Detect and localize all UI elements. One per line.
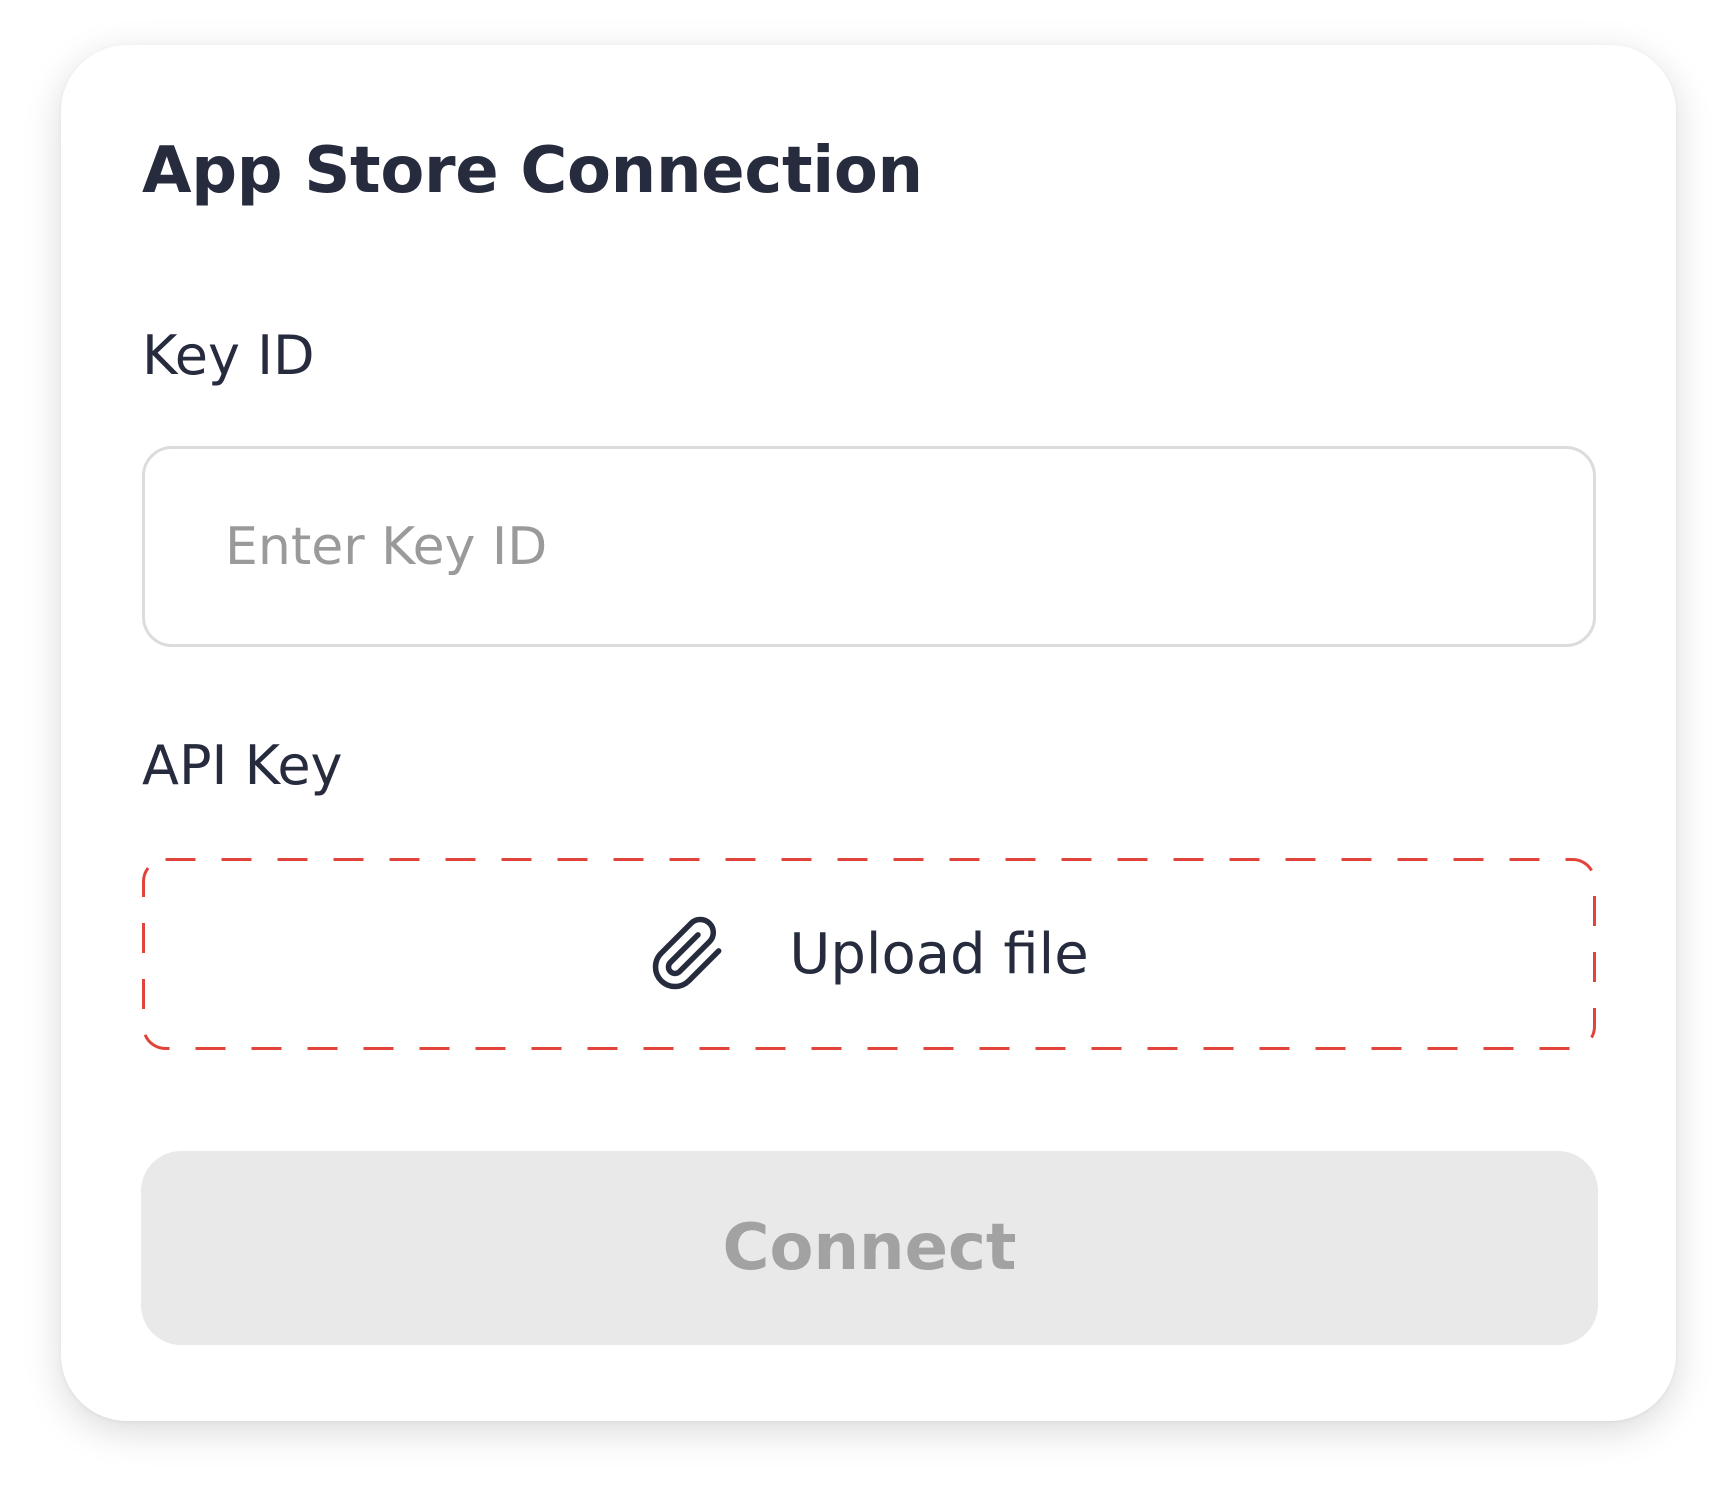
upload-file-dropzone[interactable]: Upload file [142, 858, 1596, 1050]
connection-card: App Store Connection Key ID API Key Uplo… [61, 45, 1676, 1421]
upload-content: Upload file [142, 858, 1596, 1050]
api-key-label: API Key [142, 734, 343, 797]
key-id-input[interactable] [142, 446, 1596, 647]
upload-file-label: Upload file [789, 921, 1089, 987]
connect-button[interactable]: Connect [141, 1151, 1598, 1345]
card-title: App Store Connection [142, 134, 923, 208]
paperclip-icon [649, 915, 727, 993]
key-id-label: Key ID [142, 324, 315, 387]
